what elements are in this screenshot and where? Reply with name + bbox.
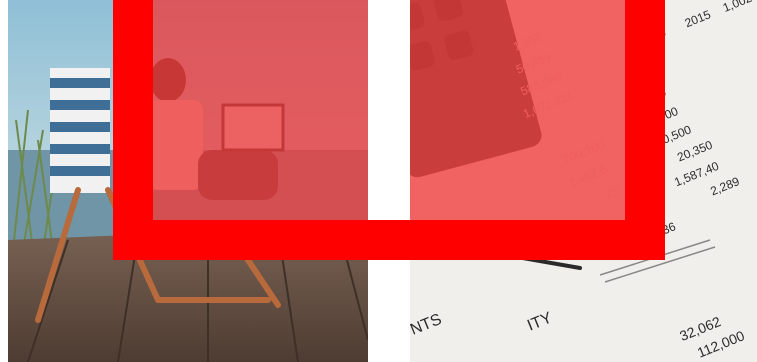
calculator-financial-report-photo: 00 2015 1,002 1,958 50,859 585,090 1,072… <box>410 0 757 362</box>
image-canvas: 00 2015 1,002 1,958 50,859 585,090 1,072… <box>0 0 757 362</box>
finance-document-illustration: 00 2015 1,002 1,958 50,859 585,090 1,072… <box>410 0 757 362</box>
white-gap <box>368 0 410 220</box>
beach-chair-laptop-photo <box>8 0 368 362</box>
beach-scene-illustration <box>8 0 368 362</box>
